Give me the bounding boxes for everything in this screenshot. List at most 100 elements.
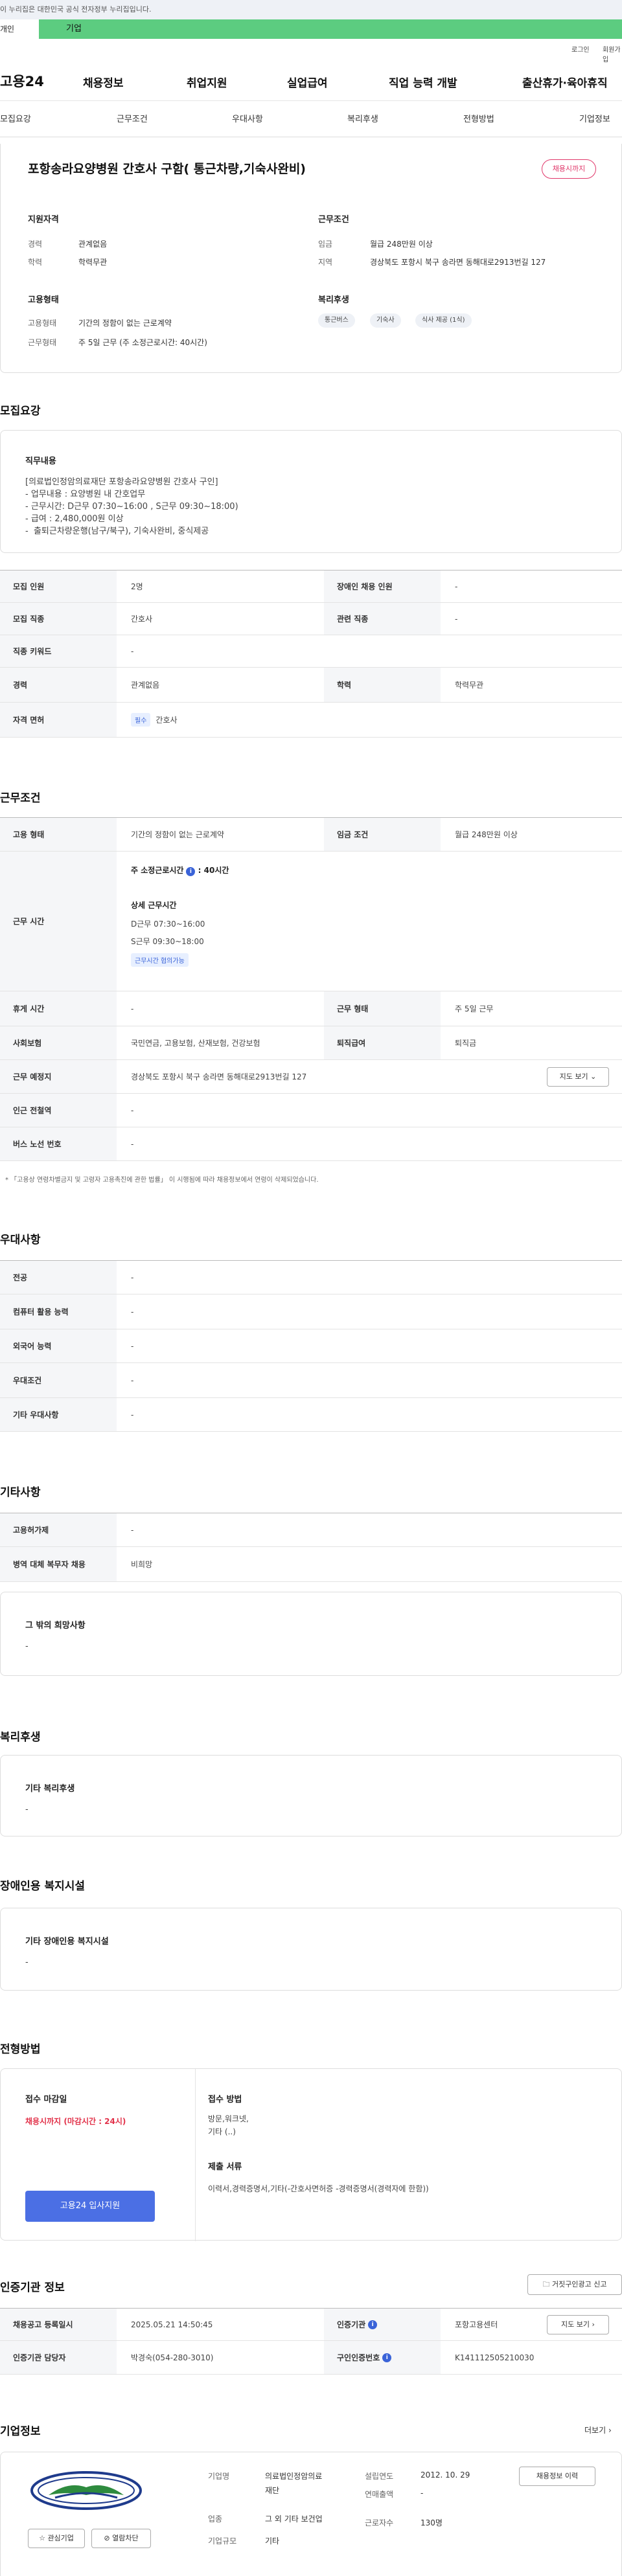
cell-header: 관련 직종 xyxy=(324,603,441,635)
table-row: 경력 관계없음 학력 학력무관 xyxy=(0,668,622,703)
cell-header: 경력 xyxy=(0,668,117,702)
education-label: 학력 xyxy=(28,258,43,267)
gov-banner: 이 누리집은 대한민국 공식 전자정부 누리집입니다. xyxy=(0,0,622,19)
block-label: 열람차단 xyxy=(112,2534,139,2542)
cell-header: 병역 대체 복무자 채용 xyxy=(0,1547,117,1581)
cell-header: 버스 노선 번호 xyxy=(0,1127,117,1160)
menu-unemployment-benefit[interactable]: 실업급여 xyxy=(287,74,328,90)
cell-header: 인증기관 담당자 xyxy=(0,2341,117,2374)
cert-section-title: 인증기관 정보 xyxy=(0,2281,65,2294)
cell-header: 인근 전철역 xyxy=(0,1094,117,1127)
cell-header: 사회보험 xyxy=(0,1026,117,1059)
company-size-label: 기업규모 xyxy=(208,2536,237,2546)
company-logo xyxy=(29,2469,143,2512)
cell-header: 인증기관 i xyxy=(324,2309,441,2340)
sales-label: 연매출액 xyxy=(365,2490,394,2499)
cert-table: 채용공고 등록일시 2025.05.21 14:50:45 인증기관 i 포항고용… xyxy=(0,2308,622,2375)
subnav-work[interactable]: 근무조건 xyxy=(117,112,148,124)
menu-employment-support[interactable]: 취업지원 xyxy=(187,74,227,90)
cert-map-button[interactable]: 지도 보기 › xyxy=(547,2315,609,2334)
cell-header: 학력 xyxy=(324,668,441,702)
report-button-label: 거짓구인광고 신고 xyxy=(552,2280,607,2288)
apply-button[interactable]: 고용24 입사지원 xyxy=(25,2191,155,2222)
table-row: 근무 시간 주 소정근로시간 i : 40시간 상세 근무시간 D근무 07:30… xyxy=(0,852,622,991)
table-row: 직종 키워드 - xyxy=(0,635,622,668)
industry-label: 업종 xyxy=(208,2514,223,2524)
subnav-recruit[interactable]: 모집요강 xyxy=(0,112,31,124)
global-nav: 고용24 채용정보 취업지원 실업급여 직업 능력 개발 출산휴가·육아휴직 xyxy=(0,58,622,101)
chevron-right-icon: › xyxy=(608,2426,612,2435)
cell-value: - xyxy=(131,1307,134,1316)
weekly-hours-label: 주 소정근로시간 xyxy=(131,866,184,875)
pref-section-title: 우대사항 xyxy=(0,1234,41,1247)
cell-header: 구인인증번호 i xyxy=(324,2341,441,2374)
util-bar: 로그인 회원가입 xyxy=(0,39,622,63)
cell-value: 포항고용센터 xyxy=(455,2320,498,2329)
cell-value: - xyxy=(131,1139,134,1149)
company-more-link[interactable]: 더보기 › xyxy=(584,2424,612,2435)
menu-job-training[interactable]: 직업 능력 개발 xyxy=(389,74,457,90)
subnav-company[interactable]: 기업정보 xyxy=(579,112,610,124)
divider xyxy=(195,2069,196,2241)
cell-value: K141112505210030 xyxy=(455,2353,535,2362)
condition-heading: 근무조건 xyxy=(318,215,349,225)
info-icon[interactable]: i xyxy=(186,867,196,876)
table-row: 고용허가제 - xyxy=(0,1513,622,1547)
cell-header: 전공 xyxy=(0,1261,117,1294)
info-icon[interactable]: i xyxy=(382,2353,392,2362)
process-card: 접수 마감일 채용시까지 (마감시간 : 24시) 고용24 입사지원 접수 방… xyxy=(0,2068,622,2241)
cell-header: 휴게 시간 xyxy=(0,991,117,1026)
report-fake-ad-button[interactable]: 🗀 거짓구인광고 신고 xyxy=(527,2274,622,2295)
menu-job-info[interactable]: 채용정보 xyxy=(83,74,124,90)
tab-personal[interactable]: 개인 xyxy=(0,19,39,39)
cell-value: - xyxy=(455,614,458,624)
cell-value: - xyxy=(131,1105,134,1115)
table-row: 자격 면허 필수 간호사 xyxy=(0,703,622,738)
welfare-card-heading: 기타 복리후생 xyxy=(25,1784,75,1794)
other-wish-value: - xyxy=(25,1642,29,1651)
subnav-pref[interactable]: 우대사항 xyxy=(232,112,263,124)
cell-header: 고용 형태 xyxy=(0,818,117,851)
company-name-value-2: 재단 xyxy=(265,2486,280,2495)
favorite-company-button[interactable]: ☆ 관심기업 xyxy=(28,2529,85,2548)
company-card: ☆ 관심기업 ⊘ 열람차단 기업명 의료법인정암의료 재단 설립연도 2012.… xyxy=(0,2452,622,2576)
site-logo[interactable]: 고용24 xyxy=(0,71,44,91)
subnav-welfare[interactable]: 복리후생 xyxy=(347,112,378,124)
block-view-button[interactable]: ⊘ 열람차단 xyxy=(91,2529,151,2548)
cell-value: 박경숙(054-280-3010) xyxy=(131,2353,214,2362)
cell-value: 2명 xyxy=(131,582,143,591)
disability-section-title: 장애인용 복지시설 xyxy=(0,1880,86,1893)
table-row: 고용 형태 기간의 정함이 없는 근로계약 임금 조건 월급 248만원 이상 xyxy=(0,818,622,852)
job-title: 포항송라요양병원 간호사 구함( 통근차량,기숙사완비) xyxy=(28,162,306,176)
hiring-history-button[interactable]: 채용정보 이력 xyxy=(519,2467,595,2486)
chevron-down-icon: ⌄ xyxy=(590,1072,597,1081)
table-row: 병역 대체 복무자 채용 비희망 xyxy=(0,1547,622,1582)
recruit-section-title: 모집요강 xyxy=(0,405,41,418)
subnav-process[interactable]: 전형방법 xyxy=(463,112,494,124)
chevron-right-icon: › xyxy=(592,2320,595,2329)
star-icon: ☆ xyxy=(39,2534,45,2542)
cell-header: 컴퓨터 활용 능력 xyxy=(0,1294,117,1329)
cell-value: 2025.05.21 14:50:45 xyxy=(131,2320,213,2329)
negotiable-tag: 근무시간 협의가능 xyxy=(131,953,189,967)
favorite-label: 관심기업 xyxy=(47,2534,74,2542)
founded-label: 설립연도 xyxy=(365,2472,394,2481)
num-label: 구인인증번호 xyxy=(337,2353,380,2362)
cell-header: 장애인 채용 인원 xyxy=(324,571,441,602)
region-value: 경상북도 포항시 북구 송라면 동해대로2913번길 127 xyxy=(370,258,546,267)
info-icon[interactable]: i xyxy=(368,2320,378,2329)
cell-value: - xyxy=(455,582,458,591)
block-icon: ⊘ xyxy=(104,2534,110,2542)
work-table: 고용 형태 기간의 정함이 없는 근로계약 임금 조건 월급 248만원 이상 … xyxy=(0,817,622,1161)
cell-value: 비희망 xyxy=(131,1560,153,1569)
map-view-button[interactable]: 지도 보기 ⌄ xyxy=(547,1067,609,1087)
menu-parental-leave[interactable]: 출산휴가·육아휴직 xyxy=(522,74,608,90)
cell-header: 모집 인원 xyxy=(0,571,117,602)
table-row: 외국어 능력 - xyxy=(0,1329,622,1363)
login-link[interactable]: 로그인 xyxy=(571,44,590,54)
duty-heading: 직무내용 xyxy=(25,457,56,466)
table-row: 인근 전철역 - xyxy=(0,1094,622,1127)
cell-header: 임금 조건 xyxy=(324,818,441,851)
cell-header: 근무 시간 xyxy=(0,852,117,991)
tab-company[interactable]: 기업 xyxy=(39,19,622,39)
